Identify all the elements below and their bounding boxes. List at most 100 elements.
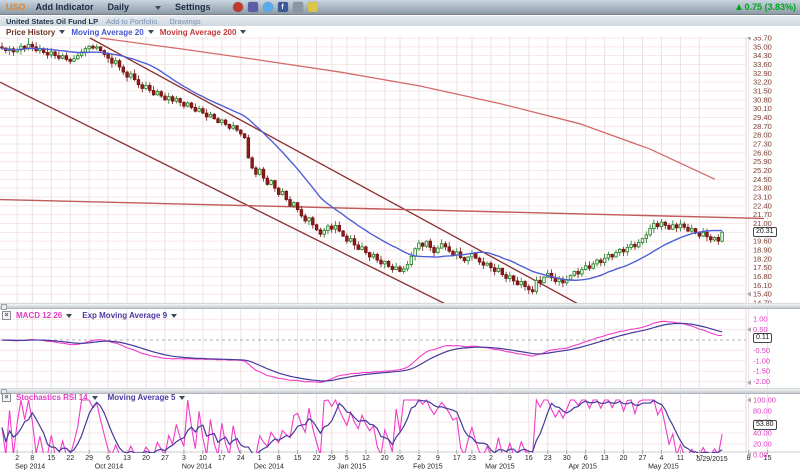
svg-text:13: 13	[123, 455, 131, 462]
svg-text:35.00: 35.00	[753, 42, 772, 51]
svg-text:-1.50: -1.50	[753, 367, 770, 376]
svg-text:3: 3	[182, 455, 186, 462]
chevron-down-icon	[92, 396, 98, 400]
svg-text:0.00: 0.00	[753, 451, 768, 460]
svg-text:33.60: 33.60	[753, 60, 772, 69]
chevron-down-icon	[179, 396, 185, 400]
svg-text:20: 20	[142, 455, 150, 462]
svg-text:6: 6	[584, 455, 588, 462]
svg-text:Feb 2015: Feb 2015	[413, 464, 443, 471]
svg-text:2: 2	[489, 455, 493, 462]
svg-text:6: 6	[106, 455, 110, 462]
settings-button[interactable]: Settings	[175, 2, 211, 12]
chevron-down-icon	[66, 314, 72, 318]
svg-text:1: 1	[258, 455, 262, 462]
stoch-ma-label[interactable]: Moving Average 5	[108, 393, 176, 402]
chart-icon[interactable]	[248, 2, 258, 12]
svg-text:27: 27	[639, 455, 647, 462]
svg-text:16.10: 16.10	[753, 281, 772, 290]
svg-text:30: 30	[563, 455, 571, 462]
drawings-link[interactable]: Drawings	[169, 17, 200, 26]
svg-text:5: 5	[345, 455, 349, 462]
svg-text:32.20: 32.20	[753, 78, 772, 87]
price-change-badge: 0.75 (3.83%)	[736, 2, 796, 12]
alarm-clock-icon[interactable]	[233, 2, 243, 12]
svg-text:23.80: 23.80	[753, 184, 772, 193]
stoch-title[interactable]: Stochastics RSI 14	[16, 393, 88, 402]
svg-text:Nov 2014: Nov 2014	[182, 464, 212, 471]
chevron-down-icon	[240, 30, 246, 34]
facebook-icon[interactable]: f	[278, 2, 288, 12]
note-icon[interactable]	[308, 2, 318, 12]
svg-text:24: 24	[237, 455, 245, 462]
legend-ma200[interactable]: Moving Average 200	[160, 28, 247, 37]
svg-text:15.40: 15.40	[753, 290, 772, 299]
toolbar-icons: f	[233, 2, 318, 12]
svg-text:19.60: 19.60	[753, 237, 772, 246]
last-price-box: 20.31	[753, 227, 777, 237]
legend-price-history[interactable]: Price History	[6, 28, 65, 37]
svg-text:-0.50: -0.50	[753, 346, 770, 355]
legend-ma20[interactable]: Moving Average 20	[71, 28, 153, 37]
svg-text:16.80: 16.80	[753, 272, 772, 281]
svg-text:27.30: 27.30	[753, 139, 772, 148]
svg-text:28.70: 28.70	[753, 122, 772, 131]
svg-text:-2.00: -2.00	[753, 377, 770, 386]
svg-text:30.10: 30.10	[753, 104, 772, 113]
chevron-down-icon	[59, 30, 65, 34]
period-value: Daily	[108, 2, 130, 12]
macd-value-box: 0.11	[753, 333, 772, 343]
svg-text:2: 2	[15, 455, 19, 462]
panel-resize-icon[interactable]	[1, 304, 7, 310]
svg-text:26.60: 26.60	[753, 148, 772, 157]
stoch-panel-header: × Stochastics RSI 14 Moving Average 5	[0, 393, 185, 402]
svg-text:22: 22	[313, 455, 321, 462]
add-to-portfolio-link[interactable]: Add to Portfolio	[106, 17, 157, 26]
svg-text:12: 12	[362, 455, 370, 462]
symbol-label: USO	[6, 2, 26, 12]
svg-text:18.90: 18.90	[753, 245, 772, 254]
chevron-down-icon	[171, 314, 177, 318]
svg-text:17.50: 17.50	[753, 263, 772, 272]
close-icon[interactable]: ×	[2, 311, 11, 320]
twitter-icon[interactable]	[263, 2, 273, 12]
svg-text:20.00: 20.00	[753, 440, 772, 449]
svg-text:30.80: 30.80	[753, 95, 772, 104]
svg-text:13: 13	[601, 455, 609, 462]
svg-text:9: 9	[436, 455, 440, 462]
svg-text:23: 23	[544, 455, 552, 462]
svg-text:29: 29	[328, 455, 336, 462]
svg-text:8: 8	[30, 455, 34, 462]
svg-text:100.00: 100.00	[753, 396, 776, 405]
close-icon[interactable]: ×	[2, 393, 11, 402]
svg-text:22: 22	[66, 455, 74, 462]
svg-text:31.50: 31.50	[753, 86, 772, 95]
svg-text:29.40: 29.40	[753, 113, 772, 122]
top-toolbar: USO Add Indicator Daily Settings f 0.75 …	[0, 0, 800, 15]
svg-text:17: 17	[453, 455, 461, 462]
svg-text:Apr 2015: Apr 2015	[569, 464, 598, 471]
macd-title[interactable]: MACD 12 26	[16, 311, 62, 320]
svg-text:10: 10	[199, 455, 207, 462]
svg-text:25.90: 25.90	[753, 157, 772, 166]
chart-application: { "toolbar": { "symbol": "USO", "add_ind…	[0, 0, 800, 472]
macd-signal-label[interactable]: Exp Moving Average 9	[82, 311, 167, 320]
svg-text:15: 15	[47, 455, 55, 462]
svg-text:25.20: 25.20	[753, 166, 772, 175]
panel-divider[interactable]	[0, 303, 800, 309]
megaphone-icon[interactable]	[293, 2, 303, 12]
svg-text:1.00: 1.00	[753, 315, 768, 324]
svg-text:18.20: 18.20	[753, 254, 772, 263]
svg-text:20: 20	[620, 455, 628, 462]
svg-text:22.40: 22.40	[753, 201, 772, 210]
chevron-down-icon	[155, 6, 161, 10]
add-indicator-button[interactable]: Add Indicator	[36, 2, 94, 12]
macd-panel-header: × MACD 12 26 Exp Moving Average 9	[0, 311, 177, 320]
period-dropdown[interactable]: Daily	[108, 2, 162, 12]
svg-text:34.30: 34.30	[753, 51, 772, 60]
svg-text:24.50: 24.50	[753, 175, 772, 184]
svg-text:29: 29	[85, 455, 93, 462]
svg-text:2: 2	[417, 455, 421, 462]
svg-text:Dec 2014: Dec 2014	[254, 464, 284, 471]
svg-text:20: 20	[381, 455, 389, 462]
